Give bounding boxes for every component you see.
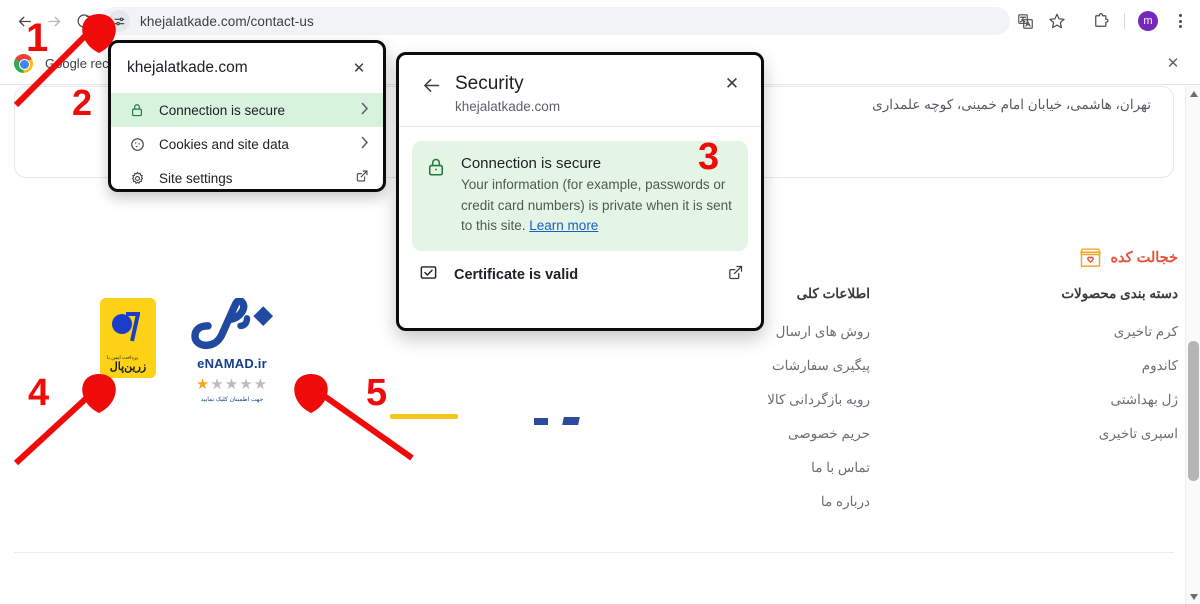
chevron-right-icon	[360, 136, 369, 152]
footer-column-title: دسته بندی محصولات	[1061, 286, 1178, 301]
chevron-right-icon	[360, 102, 369, 118]
close-icon[interactable]: ✕	[349, 58, 369, 78]
list-item[interactable]: روش های ارسال	[767, 324, 870, 340]
reload-button[interactable]	[70, 7, 98, 35]
avatar[interactable]: m	[1134, 7, 1162, 35]
enamad-stars: ★★★★★	[182, 375, 282, 393]
site-settings-row[interactable]: Site settings	[111, 161, 383, 189]
close-icon[interactable]: ✕	[721, 73, 743, 95]
external-link-icon[interactable]	[727, 264, 744, 286]
list-item[interactable]: اسپری تاخیری	[1061, 426, 1178, 442]
star-icon: ★	[210, 376, 225, 393]
learn-more-link[interactable]: Learn more	[529, 218, 598, 233]
enamad-label: eNAMAD.ir	[197, 356, 267, 371]
list-item[interactable]: تماس با ما	[767, 460, 870, 476]
footer-divider	[14, 552, 1174, 553]
star-icon: ★	[224, 376, 240, 393]
navigation-buttons	[0, 0, 98, 42]
store-address-text: تهران، هاشمی، خیابان امام خمینی، کوچه عل…	[872, 97, 1151, 112]
toolbar-divider	[1124, 13, 1125, 29]
list-item[interactable]: درباره ما	[767, 494, 870, 510]
certificate-label: Certificate is valid	[454, 266, 579, 283]
obscured-badge-blue-a	[534, 418, 548, 425]
scroll-up-icon[interactable]	[1186, 86, 1200, 101]
gear-icon	[127, 170, 147, 186]
footer-column-info: اطلاعات کلی روش های ارسال پیگیری سفارشات…	[767, 286, 870, 528]
storefront-icon	[1078, 246, 1103, 269]
enamad-logo-icon	[191, 297, 274, 350]
list-item[interactable]: حریم خصوصی	[767, 426, 870, 442]
security-panel: Security khejalatkade.com ✕ Connection i…	[396, 52, 764, 331]
site-info-domain: khejalatkade.com	[127, 59, 248, 76]
connection-is-secure-row[interactable]: Connection is secure	[111, 93, 383, 127]
annotation-number-1: 1	[26, 16, 49, 60]
lock-icon	[426, 155, 448, 237]
scroll-down-icon[interactable]	[1186, 589, 1200, 604]
page-scrollbar[interactable]	[1185, 86, 1200, 604]
zarinpal-badge[interactable]: پرداخت ایمن با زرین‌پال	[100, 298, 156, 378]
star-icon[interactable]	[1043, 7, 1071, 35]
list-item[interactable]: رویه بازگردانی کالا	[767, 392, 870, 408]
list-item[interactable]: ژل بهداشتی	[1061, 392, 1178, 408]
list-item[interactable]: کاندوم	[1061, 358, 1178, 374]
back-arrow-icon[interactable]	[421, 75, 443, 97]
translate-icon[interactable]	[1011, 7, 1039, 35]
zarinpal-name: زرین‌پال	[109, 361, 147, 373]
connection-secure-text: Connection is secure Your information (f…	[461, 155, 733, 237]
notification-close-icon[interactable]: ✕	[1164, 54, 1182, 72]
zarinpal-seven-icon	[126, 312, 140, 342]
puzzle-icon[interactable]	[1087, 7, 1115, 35]
brand-name: خجالت کده	[1110, 249, 1178, 266]
lock-icon	[127, 103, 147, 117]
obscured-badge-yellow	[390, 414, 458, 419]
star-icon-filled: ★	[195, 376, 211, 393]
row-label: Cookies and site data	[159, 136, 289, 152]
footer-link-list: کرم تاخیری کاندوم ژل بهداشتی اسپری تاخیر…	[1061, 324, 1178, 442]
annotation-number-3: 3	[698, 136, 720, 178]
profile-initial: m	[1138, 11, 1158, 31]
site-brand[interactable]: خجالت کده	[1078, 246, 1178, 269]
security-header: Security khejalatkade.com ✕	[399, 55, 761, 127]
security-title: Security	[455, 73, 524, 94]
site-info-icon[interactable]	[108, 10, 130, 32]
security-subtitle: khejalatkade.com	[455, 99, 561, 114]
certificate-row[interactable]: Certificate is valid	[399, 251, 761, 287]
star-icon: ★	[239, 376, 254, 393]
list-item[interactable]: کرم تاخیری	[1061, 324, 1178, 340]
scrollbar-thumb[interactable]	[1188, 341, 1199, 481]
external-link-icon	[355, 169, 369, 188]
obscured-badge-blue-b	[562, 417, 580, 425]
list-item[interactable]: پیگیری سفارشات	[767, 358, 870, 374]
three-dots-icon[interactable]	[1166, 7, 1194, 35]
cookie-icon	[127, 137, 147, 152]
site-info-header: khejalatkade.com ✕	[111, 43, 383, 93]
enamad-note: جهت اطمینان کلیک نمایید	[200, 397, 264, 403]
annotation-number-4: 4	[28, 372, 50, 414]
notification-text: Google reco	[45, 55, 116, 71]
connection-secure-body: Your information (for example, passwords…	[461, 175, 733, 237]
toolbar-icons: m	[1011, 0, 1194, 42]
browser-chrome: khejalatkade.com/contact-us m	[0, 0, 1200, 42]
enamad-badge[interactable]: eNAMAD.ir ★★★★★ جهت اطمینان کلیک نمایید	[182, 297, 282, 403]
trust-badges: پرداخت ایمن با زرین‌پال eNAMAD.ir ★★★★★ …	[100, 297, 282, 403]
connection-secure-title: Connection is secure	[461, 155, 602, 172]
address-bar[interactable]: khejalatkade.com/contact-us	[100, 7, 1010, 35]
annotation-number-2: 2	[72, 82, 93, 123]
annotation-number-5: 5	[366, 372, 388, 414]
row-label: Site settings	[159, 170, 233, 186]
star-icon: ★	[253, 376, 269, 393]
row-label: Connection is secure	[159, 102, 286, 118]
site-info-popup: khejalatkade.com ✕ Connection is secure …	[108, 40, 386, 192]
footer-column-products: دسته بندی محصولات کرم تاخیری کاندوم ژل ب…	[1061, 286, 1178, 460]
checkbox-check-icon	[419, 263, 439, 287]
cookies-and-site-data-row[interactable]: Cookies and site data	[111, 127, 383, 161]
footer-column-title: اطلاعات کلی	[796, 286, 870, 301]
footer-link-list: روش های ارسال پیگیری سفارشات رویه بازگرد…	[767, 324, 870, 510]
url-text: khejalatkade.com/contact-us	[140, 13, 314, 29]
